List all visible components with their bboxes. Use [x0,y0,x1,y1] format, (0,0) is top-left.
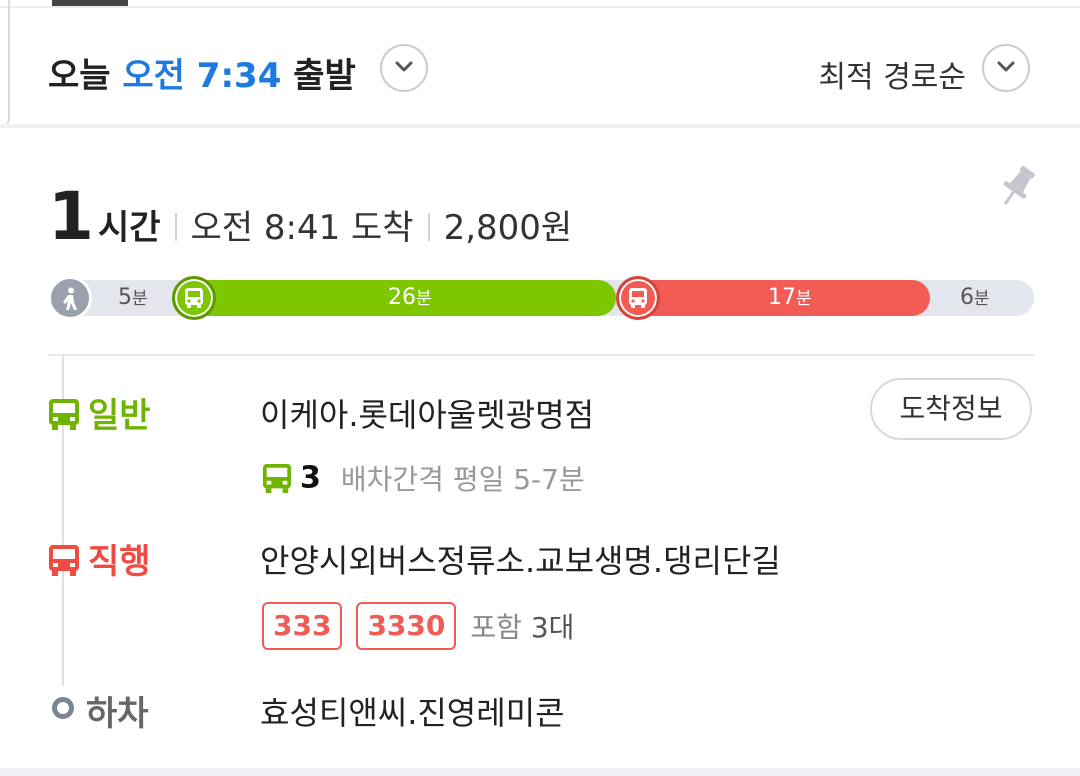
route-summary: 1 시간 오전 8:41 도착 2,800원 [48,178,573,255]
transfer-station[interactable]: 안양시외버스정류소.교보생명.댕리단길 [260,536,781,582]
sort-order-label[interactable]: 최적 경로순 [818,52,966,96]
step-alight-label: 하차 [86,694,149,734]
chevron-down-icon [997,61,1015,72]
section-divider [0,124,1080,128]
alight-station[interactable]: 효성티앤씨.진영레미콘 [260,688,565,734]
bus-express-duration-label: 17분 [768,285,812,310]
separator [427,213,430,241]
route-number: 3 [300,460,321,496]
bus-icon [616,276,660,320]
pin-button[interactable] [996,164,1038,214]
duration-number: 1 [48,178,94,255]
bus-general-duration-label: 26분 [388,285,432,310]
summary-divider [48,354,1034,356]
alight-marker [52,697,74,719]
departure-suffix: 출발 [293,56,356,96]
route-badge[interactable]: 333 [262,602,343,650]
route-badge[interactable]: 3330 [356,602,457,650]
departure-time-selector[interactable]: 오늘 오전 7:34 출발 [48,48,356,97]
bus-icon [262,463,292,493]
walk-duration-label: 5분 [118,285,148,310]
arrival-info-button[interactable]: 도착정보 [870,378,1032,440]
step-express-bus: 직행 [48,534,151,583]
walk-icon [48,276,92,320]
duration-unit: 시간 [97,208,161,248]
included-routes-count: 포함 3대 [470,611,575,644]
boarding-station[interactable]: 이케아.롯데아울렛광명점 [260,390,594,436]
express-bus-route-row[interactable]: 333 3330 포함 3대 [262,602,574,650]
departure-time: 오전 7:34 [122,56,282,96]
bottom-divider [0,768,1080,776]
general-bus-route-row[interactable]: 3 배차간격 평일 5-7분 [262,458,585,498]
departure-day: 오늘 [48,56,111,96]
step-general-bus: 일반 [48,388,151,437]
time-breakdown-bar: 5분 26분 17분 6분 [48,276,1034,320]
step-type-label: 일반 [88,396,151,436]
fare: 2,800원 [443,208,573,248]
departure-dropdown-button[interactable] [380,44,428,92]
bus-icon [49,399,79,430]
sort-dropdown-button[interactable] [982,44,1030,92]
walk-duration-label: 6분 [960,285,990,310]
pin-icon [1003,165,1035,206]
step-type-label: 직행 [88,542,151,582]
chevron-down-icon [395,61,413,72]
dispatch-interval: 배차간격 평일 5-7분 [340,463,585,496]
bus-icon [172,276,216,320]
bus-icon [49,545,79,576]
arrival-time: 오전 8:41 도착 [190,208,414,248]
departure-header: 오늘 오전 7:34 출발 최적 경로순 [0,8,1080,124]
separator [174,213,177,241]
